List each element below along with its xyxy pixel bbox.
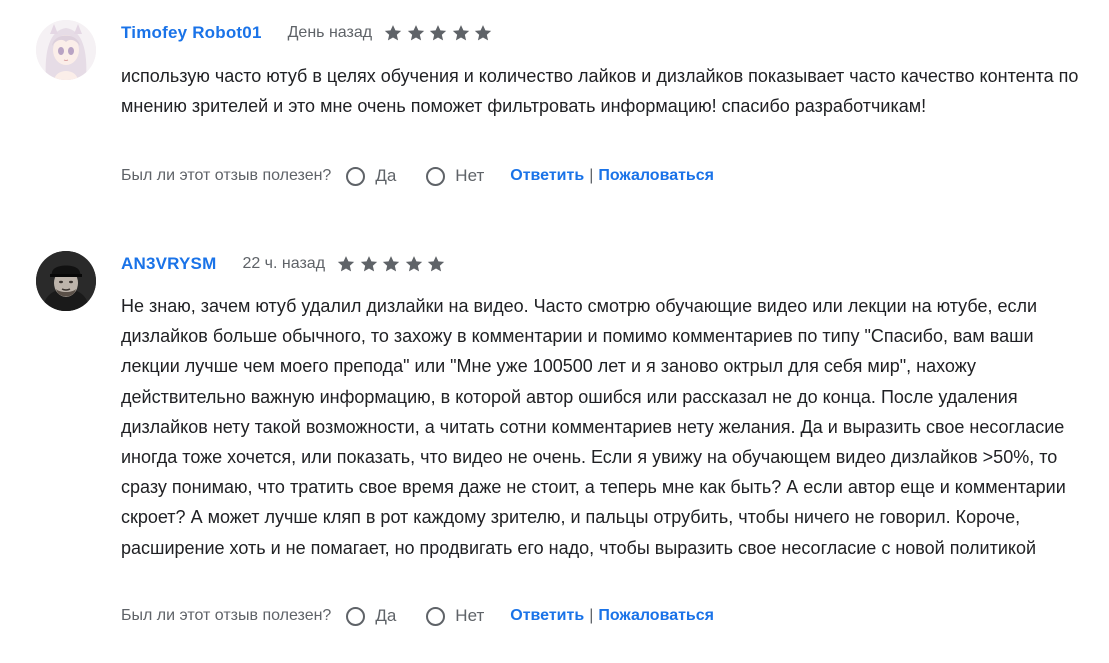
- no-label[interactable]: Нет: [455, 166, 484, 186]
- report-link[interactable]: Пожаловаться: [598, 167, 714, 185]
- review-text: использую часто ютуб в целях обучения и …: [121, 66, 1079, 117]
- helpful-question: Был ли этот отзыв полезен?: [121, 607, 332, 624]
- star-icon: [427, 256, 445, 272]
- yes-label[interactable]: Да: [375, 166, 396, 186]
- review-text: Не знаю, зачем ютуб удалил дизлайки на в…: [121, 296, 1066, 558]
- star-icon: [407, 25, 424, 41]
- star-icon: [452, 25, 469, 41]
- star-rating: [335, 254, 448, 274]
- star-icon: [405, 256, 422, 272]
- yes-label[interactable]: Да: [375, 606, 396, 626]
- reply-link[interactable]: Ответить: [510, 167, 584, 185]
- anime-girl-avatar-icon: [36, 20, 96, 80]
- avatar: [36, 251, 96, 311]
- author-name[interactable]: AN3VRYSM: [121, 254, 216, 274]
- review-item: Timofey Robot01 День назад использую час…: [0, 0, 1109, 200]
- review-header: AN3VRYSM 22 ч. назад: [121, 252, 448, 276]
- man-in-cap-avatar-icon: [36, 251, 96, 311]
- author-name[interactable]: Timofey Robot01: [121, 23, 262, 43]
- star-icon: [337, 256, 355, 272]
- link-separator: |: [589, 167, 594, 184]
- star-icon: [429, 25, 447, 41]
- star-icon: [474, 25, 492, 41]
- review-item: AN3VRYSM 22 ч. назад Не знаю, зачем ютуб…: [0, 230, 1109, 650]
- helpful-bar: Был ли этот отзыв полезен? Да Нет Ответи…: [121, 603, 714, 629]
- review-date: 22 ч. назад: [242, 255, 326, 272]
- yes-radio[interactable]: [346, 166, 366, 186]
- helpful-bar: Был ли этот отзыв полезен? Да Нет Ответи…: [121, 163, 714, 189]
- reply-link[interactable]: Ответить: [510, 607, 584, 625]
- star-rating: [382, 23, 495, 43]
- review-header: Timofey Robot01 День назад: [121, 21, 495, 45]
- yes-radio[interactable]: [346, 606, 366, 626]
- star-icon: [360, 256, 377, 272]
- star-icon: [384, 25, 402, 41]
- avatar: [36, 20, 96, 80]
- link-separator: |: [589, 607, 594, 624]
- no-radio[interactable]: [426, 166, 446, 186]
- no-radio[interactable]: [426, 606, 446, 626]
- no-label[interactable]: Нет: [455, 606, 484, 626]
- star-icon: [382, 256, 400, 272]
- review-date: День назад: [287, 24, 373, 41]
- helpful-question: Был ли этот отзыв полезен?: [121, 167, 332, 184]
- report-link[interactable]: Пожаловаться: [598, 607, 714, 625]
